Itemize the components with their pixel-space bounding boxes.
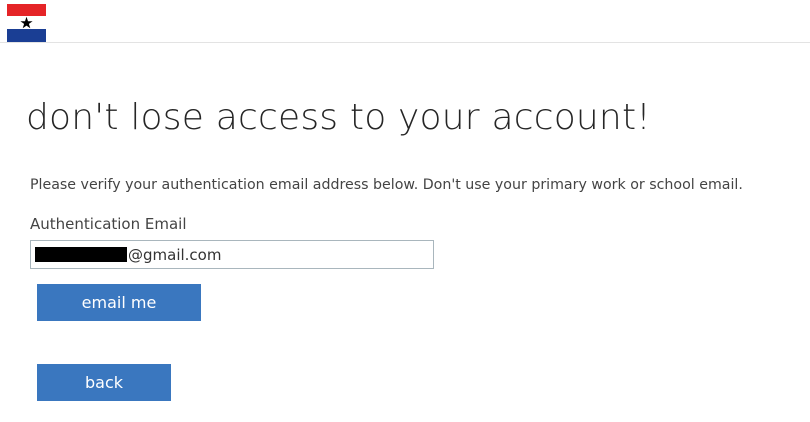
authentication-email-input[interactable]: @gmail.com bbox=[30, 240, 434, 269]
page-title: don't lose access to your account! bbox=[26, 97, 651, 138]
flag-logo-icon bbox=[7, 4, 46, 42]
email-value-text: @gmail.com bbox=[128, 245, 222, 264]
page: don't lose access to your account! Pleas… bbox=[0, 0, 810, 422]
authentication-email-label: Authentication Email bbox=[30, 215, 187, 233]
back-button[interactable]: back bbox=[37, 364, 171, 401]
email-me-button[interactable]: email me bbox=[37, 284, 201, 321]
top-bar bbox=[0, 0, 810, 43]
redacted-email-prefix bbox=[35, 247, 127, 262]
instructions-text: Please verify your authentication email … bbox=[30, 177, 743, 193]
